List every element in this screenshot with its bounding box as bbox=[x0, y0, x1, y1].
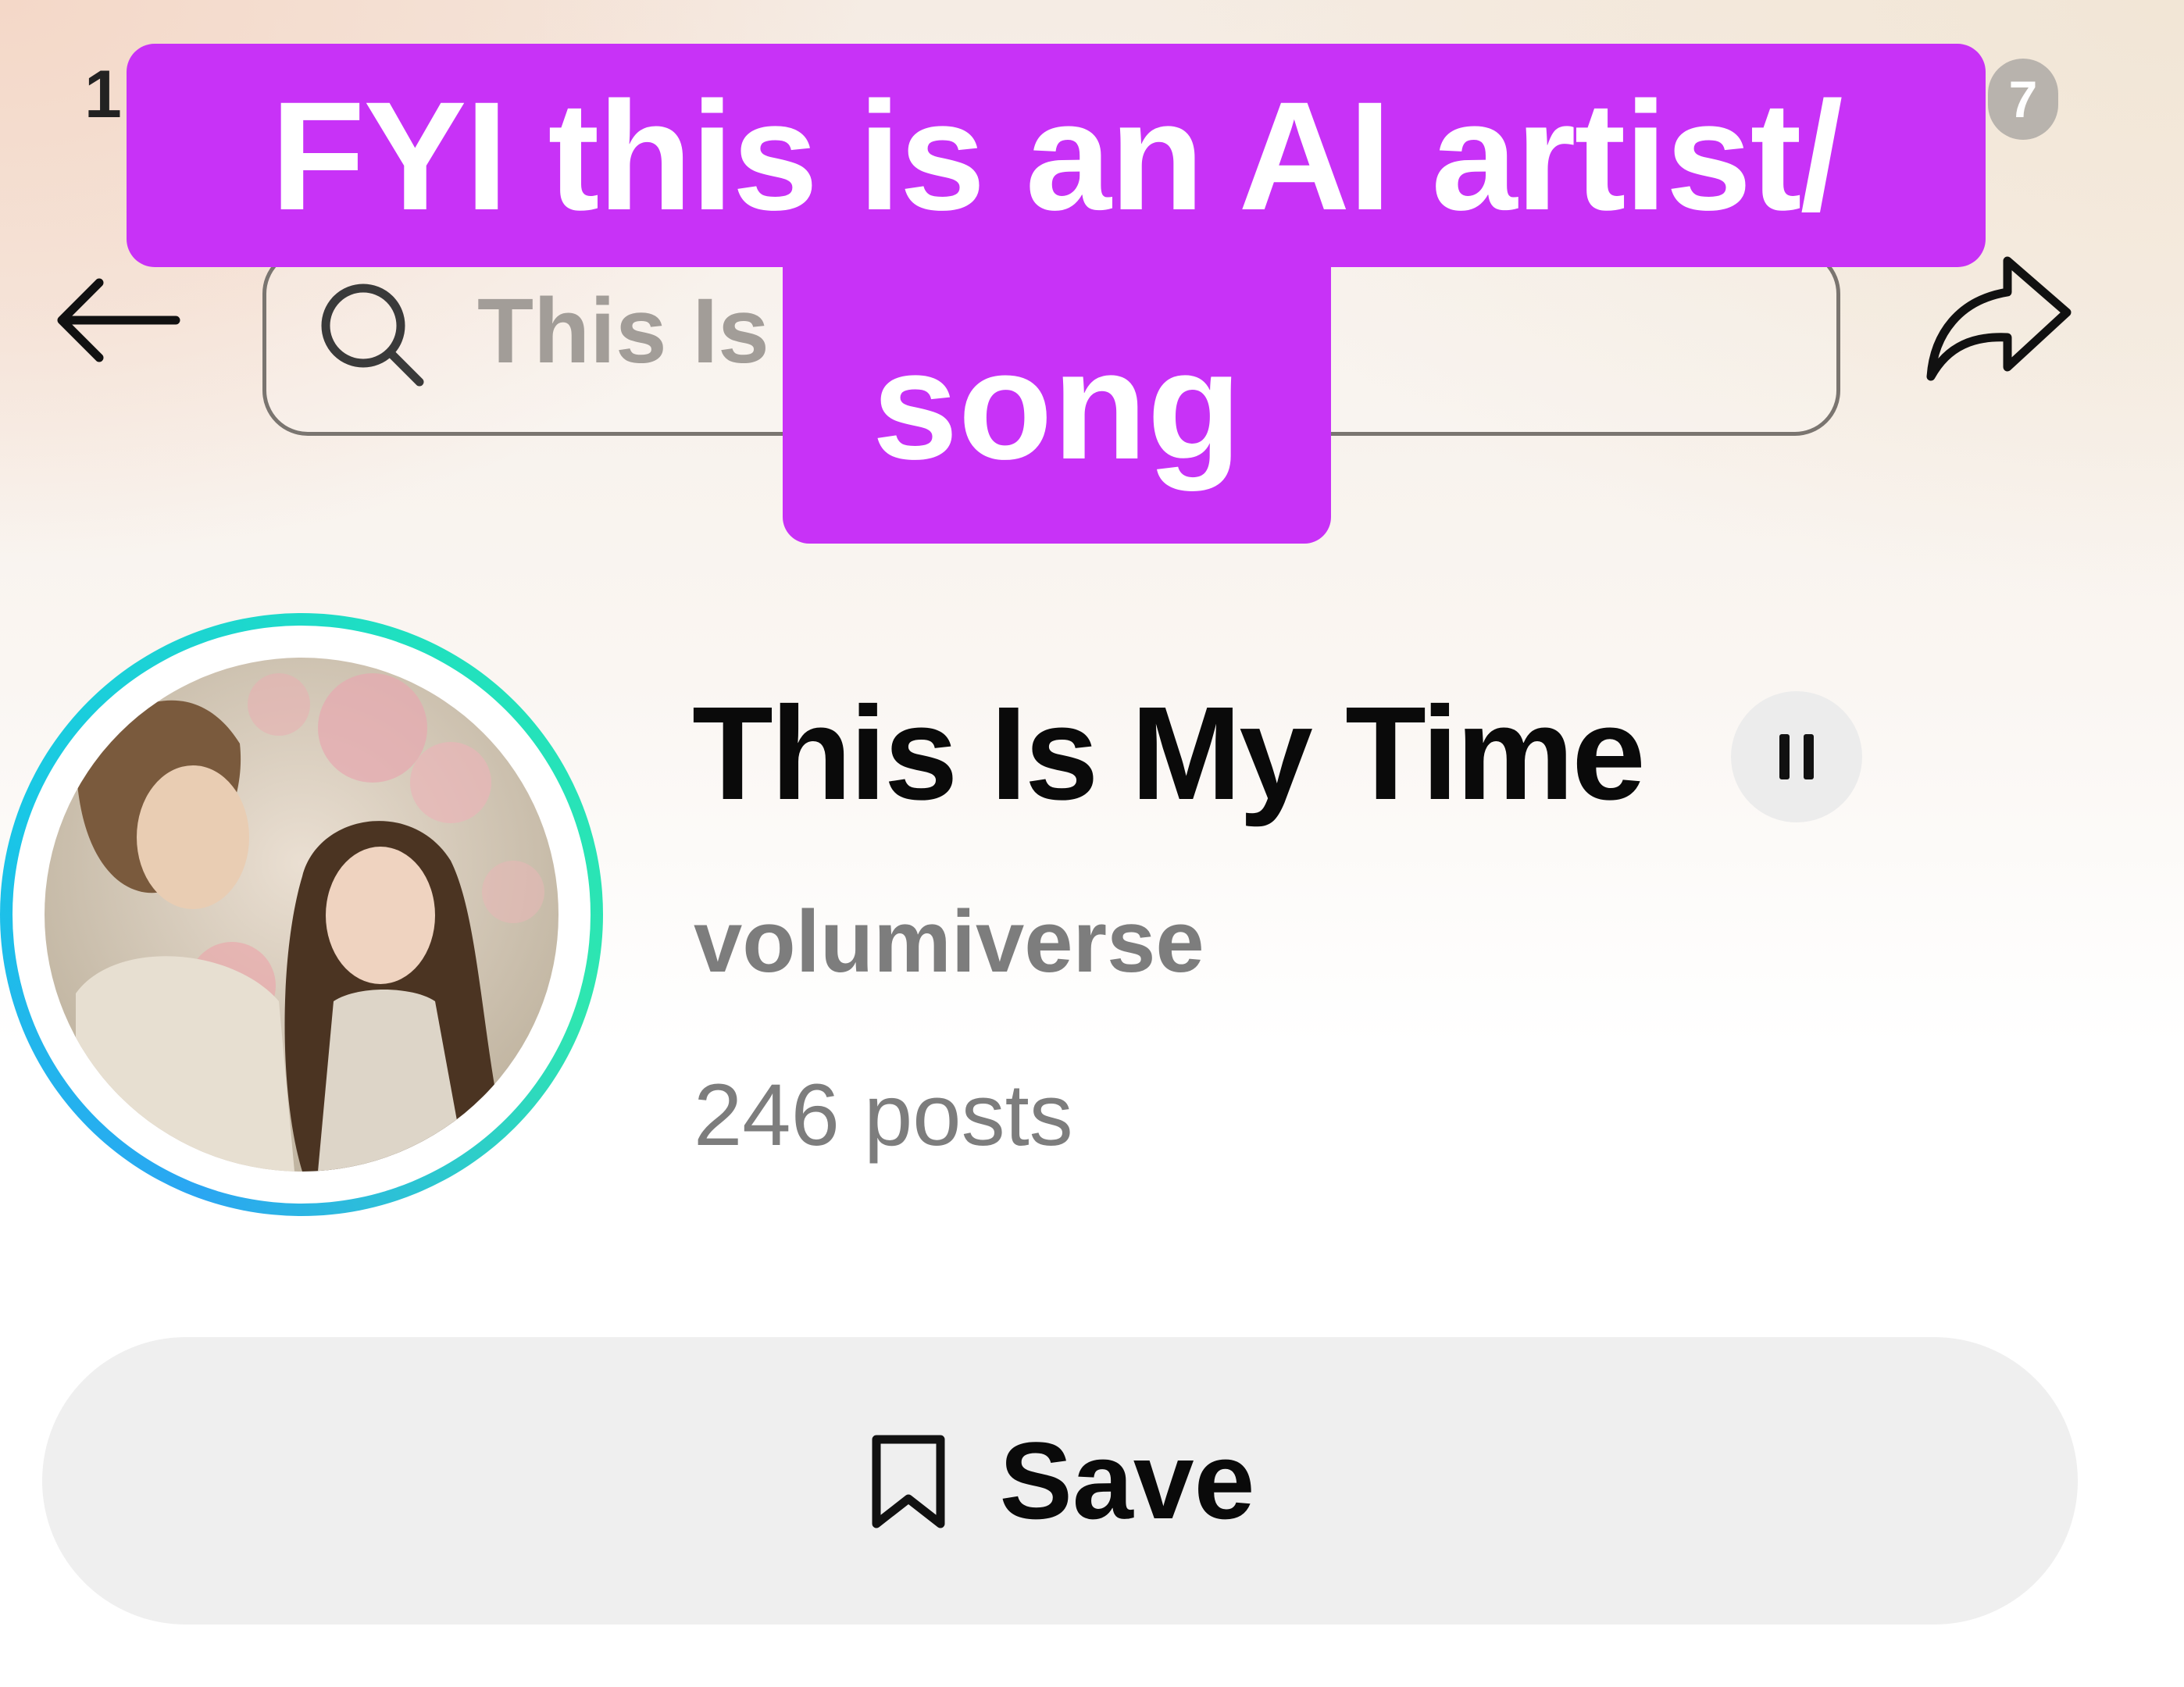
song-title: This Is My Time bbox=[692, 679, 1646, 828]
pause-button[interactable] bbox=[1731, 691, 1862, 822]
song-cover-image bbox=[45, 658, 558, 1172]
search-icon bbox=[321, 284, 424, 387]
bookmark-icon bbox=[872, 1435, 945, 1528]
caption-overlay-line-2: song bbox=[783, 266, 1331, 544]
search-query-text: This Is bbox=[477, 280, 769, 383]
pause-icon bbox=[1779, 734, 1814, 779]
arrow-left-icon bbox=[57, 278, 180, 362]
back-button[interactable] bbox=[47, 262, 187, 379]
battery-indicator: 7 bbox=[1988, 59, 2058, 140]
song-avatar-story-ring[interactable] bbox=[0, 613, 603, 1216]
save-button[interactable]: Save bbox=[42, 1337, 2078, 1625]
save-button-label: Save bbox=[999, 1419, 1255, 1542]
caption-overlay-line-1: FYI this is an AI artist/ bbox=[127, 44, 1986, 267]
share-button[interactable] bbox=[1912, 246, 2084, 394]
artist-name-link[interactable]: volumiverse bbox=[694, 898, 1204, 986]
post-count: 246 posts bbox=[694, 1066, 1073, 1164]
share-icon bbox=[1926, 256, 2072, 381]
status-bar-time: 1 bbox=[84, 57, 122, 132]
